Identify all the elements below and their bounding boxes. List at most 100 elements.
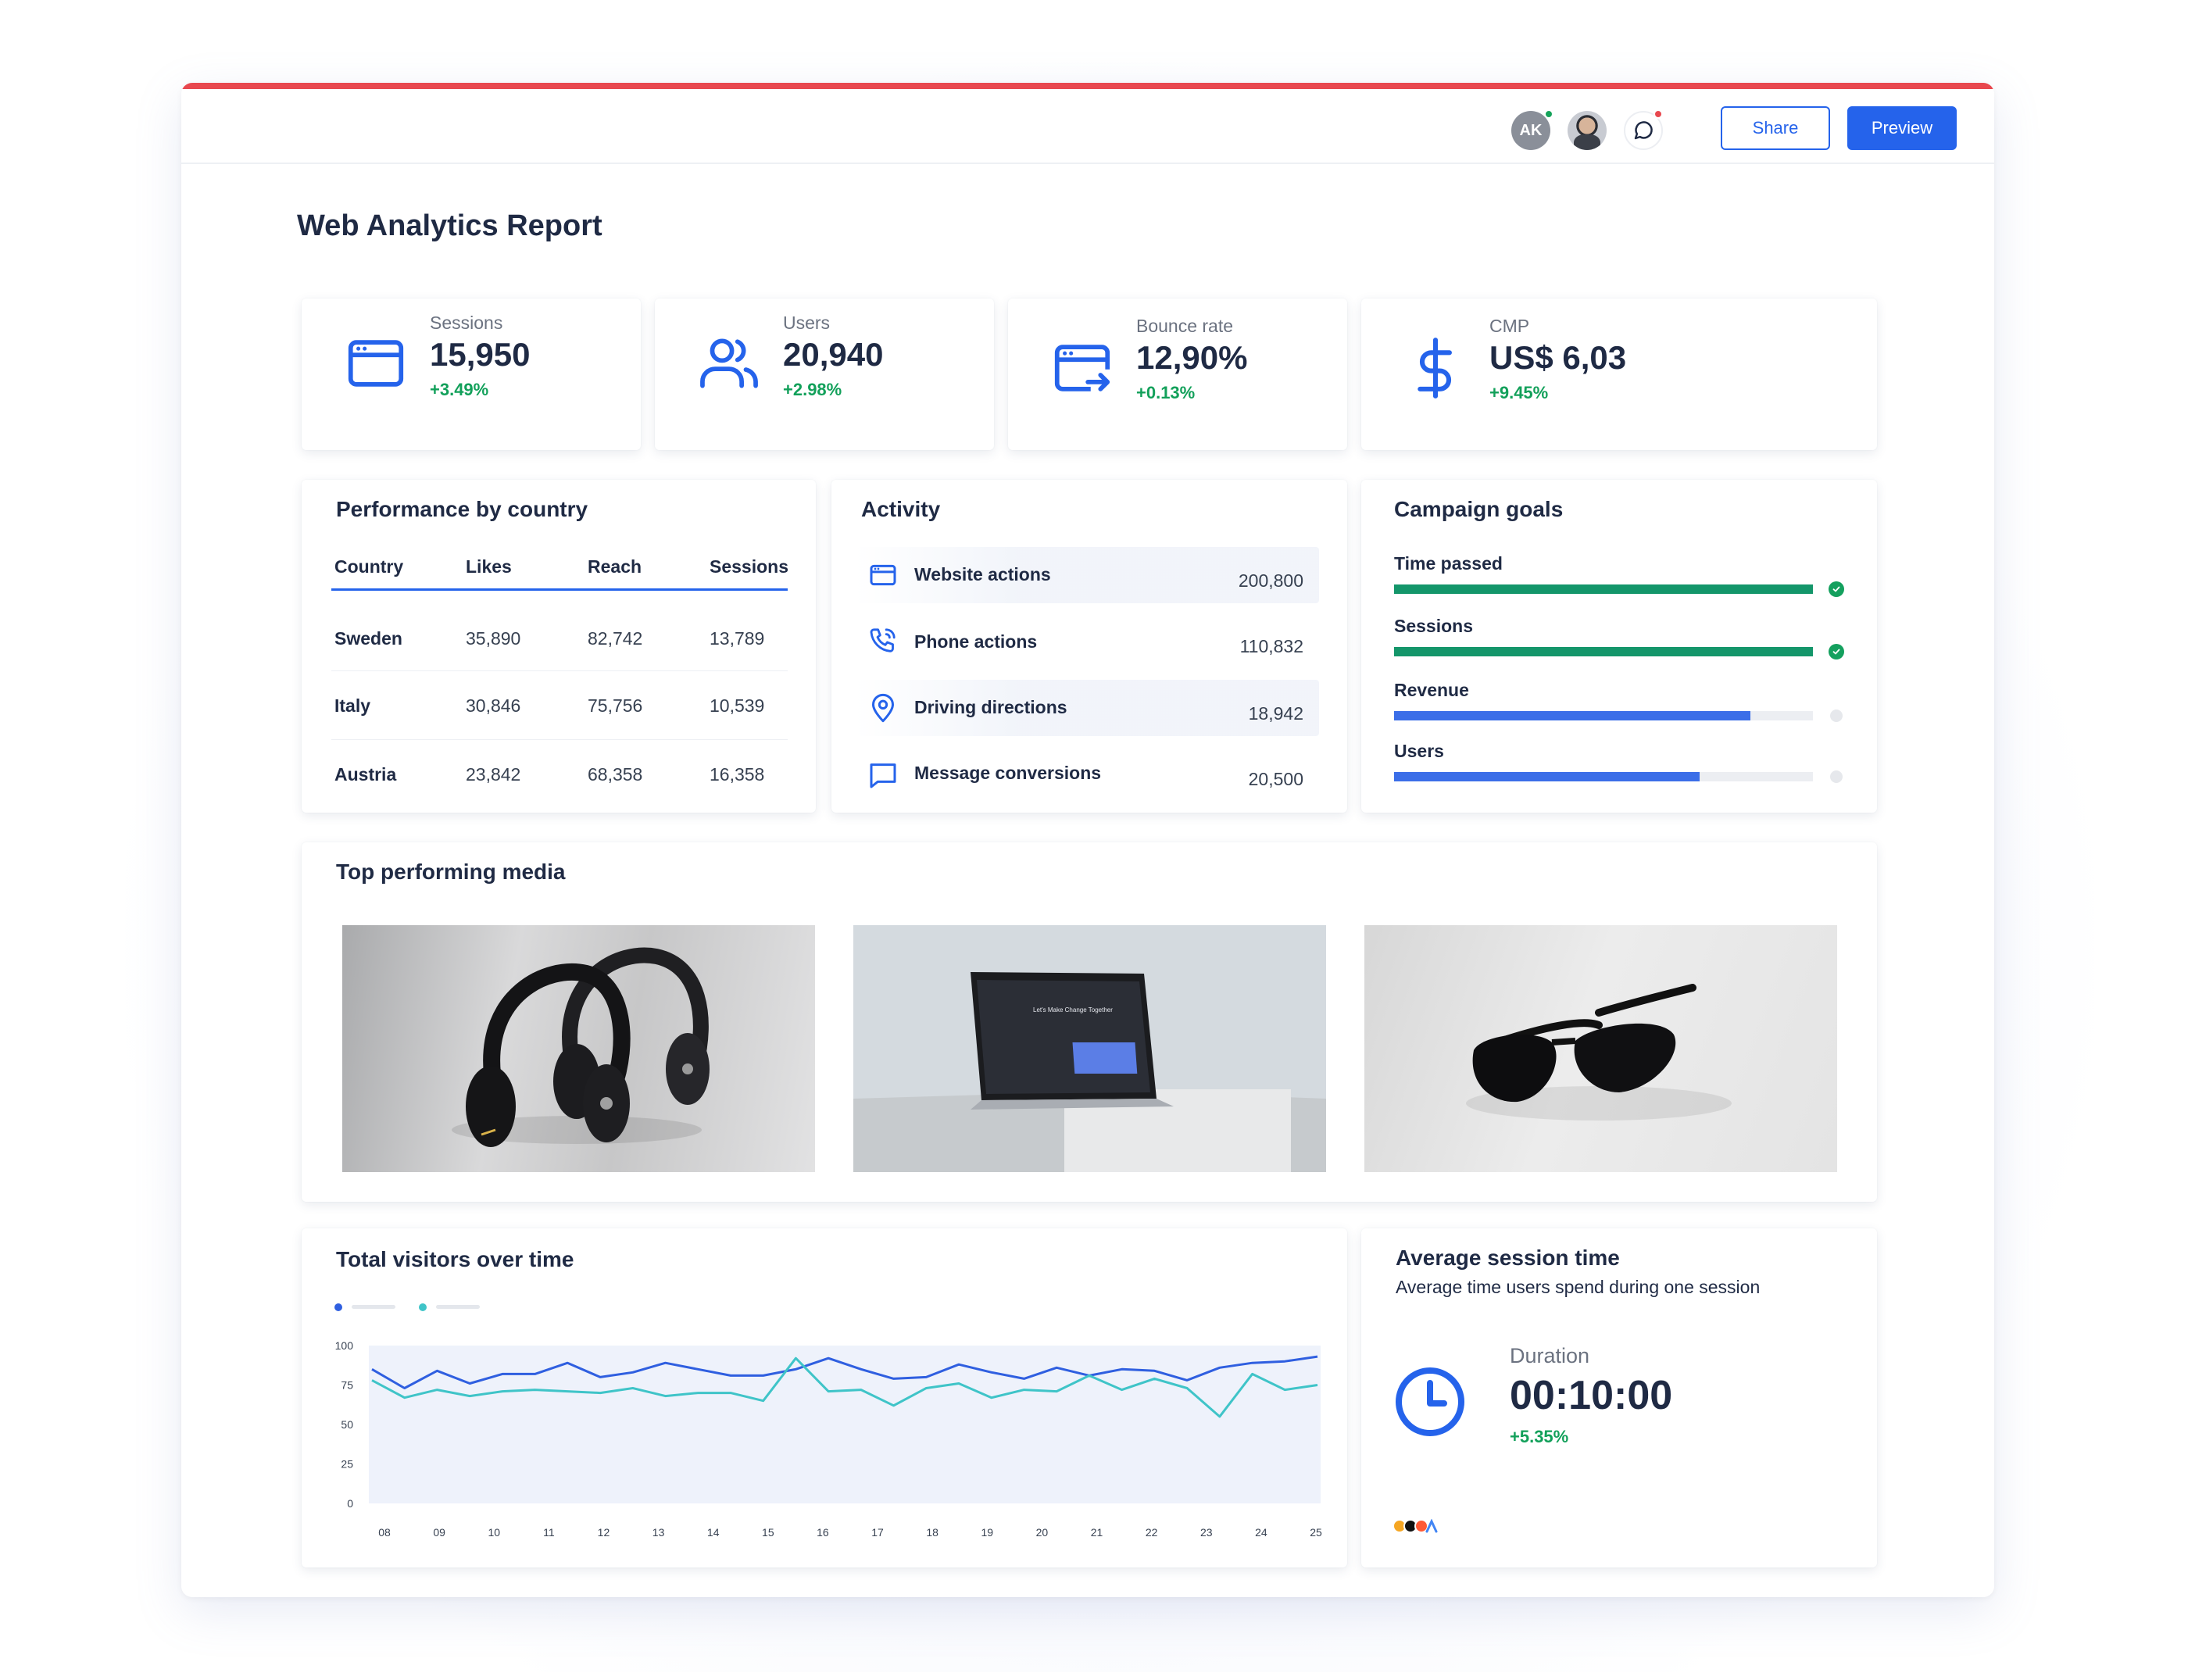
- column-header[interactable]: Likes: [466, 556, 512, 577]
- card-title: Campaign goals: [1394, 497, 1564, 521]
- phone-icon: [870, 628, 896, 652]
- goal-progress-bar: [1394, 584, 1813, 594]
- goal-progress-fill: [1394, 711, 1750, 720]
- kpi-label: Bounce rate: [1136, 316, 1234, 336]
- avatar[interactable]: AK: [1511, 109, 1553, 150]
- browser-window-icon: [348, 340, 404, 387]
- goal-progress-fill: [1394, 584, 1813, 594]
- headphones-icon: [452, 947, 710, 1147]
- media-image-laptop[interactable]: Let's Make Change Together: [853, 925, 1326, 1172]
- kpi-card-cmp: CMP US$ 6,03 +9.45%: [1361, 298, 1877, 450]
- x-tick-label: 19: [981, 1526, 994, 1539]
- column-header[interactable]: Reach: [588, 556, 642, 577]
- card-title: Activity: [861, 497, 941, 521]
- column-header[interactable]: Sessions: [710, 556, 788, 577]
- average-session-card: Average session time Average time users …: [1361, 1228, 1877, 1567]
- y-tick-label: 0: [347, 1497, 353, 1510]
- notification-dot: [1654, 109, 1663, 119]
- activity-card: Activity Website actions 200,800 Phone a…: [831, 480, 1347, 813]
- source-logo-icon: [1425, 1518, 1439, 1533]
- x-tick-label: 23: [1200, 1526, 1213, 1539]
- kpi-delta: +9.45%: [1489, 383, 1549, 402]
- goal-label: Revenue: [1394, 680, 1469, 700]
- x-tick-label: 14: [707, 1526, 720, 1539]
- activity-label: Website actions: [914, 564, 1051, 584]
- x-tick-label: 15: [762, 1526, 774, 1539]
- table-cell: Sweden: [334, 628, 402, 649]
- table-cell: 82,742: [588, 628, 643, 649]
- y-tick-label: 50: [341, 1418, 353, 1431]
- goal-label: Sessions: [1394, 616, 1473, 636]
- duration-label: Duration: [1510, 1344, 1590, 1367]
- check-icon: [1829, 644, 1844, 659]
- table-cell: 68,358: [588, 764, 643, 785]
- x-tick-label: 16: [817, 1526, 829, 1539]
- goal-progress-fill: [1394, 772, 1700, 781]
- header-underline: [331, 588, 788, 591]
- kpi-value: 20,940: [783, 336, 884, 373]
- avatar-photo[interactable]: [1568, 111, 1607, 150]
- duration-value: 00:10:00: [1510, 1373, 1673, 1418]
- card-subtitle: Average time users spend during one sess…: [1396, 1277, 1761, 1297]
- activity-label: Driving directions: [914, 697, 1067, 717]
- kpi-value: US$ 6,03: [1489, 339, 1627, 376]
- goal-label: Users: [1394, 741, 1444, 761]
- x-tick-label: 09: [433, 1526, 445, 1539]
- y-tick-label: 100: [335, 1339, 354, 1352]
- share-button[interactable]: Share: [1721, 106, 1830, 150]
- plot-area: [369, 1346, 1321, 1503]
- chat-bubble-icon: [1634, 121, 1653, 140]
- media-image-sunglasses[interactable]: [1364, 925, 1837, 1172]
- table-cell: 23,842: [466, 764, 521, 785]
- comments-button[interactable]: [1624, 109, 1663, 150]
- online-indicator: [1544, 109, 1553, 119]
- line-chart: 0 25 50 75 100 08 09 10 11 12 13 14 15 16 17 18 19 20 21 22…: [335, 1339, 1322, 1539]
- x-tick-label: 20: [1036, 1526, 1049, 1539]
- kpi-delta: +2.98%: [783, 380, 842, 399]
- activity-value: 200,800: [1238, 570, 1303, 591]
- x-tick-label: 11: [543, 1526, 555, 1539]
- x-tick-label: 21: [1091, 1526, 1103, 1539]
- users-icon: [700, 338, 758, 388]
- y-tick-label: 25: [341, 1458, 353, 1471]
- goal-progress-bar: [1394, 772, 1813, 781]
- goal-progress-fill: [1394, 647, 1813, 656]
- table-cell: Austria: [334, 764, 397, 785]
- kpi-delta: +3.49%: [430, 380, 489, 399]
- activity-value: 18,942: [1248, 703, 1303, 724]
- kpi-value: 12,90%: [1136, 339, 1248, 376]
- preview-button[interactable]: Preview: [1847, 106, 1957, 150]
- row-divider: [331, 670, 788, 671]
- x-tick-label: 12: [598, 1526, 610, 1539]
- duration-delta: +5.35%: [1510, 1427, 1569, 1446]
- goal-progress-bar: [1394, 711, 1813, 720]
- laptop-screen-text: Let's Make Change Together: [1033, 1006, 1113, 1013]
- x-tick-label: 18: [926, 1526, 938, 1539]
- goal-label: Time passed: [1394, 553, 1503, 574]
- list-item[interactable]: Driving directions 18,942: [855, 680, 1319, 736]
- media-image-headphones[interactable]: [342, 925, 815, 1172]
- performance-by-country-card: Performance by country Country Likes Rea…: [302, 480, 816, 813]
- laptop-icon: [853, 972, 1326, 1172]
- x-tick-label: 22: [1146, 1526, 1158, 1539]
- x-tick-label: 08: [378, 1526, 391, 1539]
- activity-value: 110,832: [1239, 636, 1303, 656]
- page-title: Web Analytics Report: [297, 209, 602, 242]
- x-tick-label: 25: [1310, 1526, 1322, 1539]
- kpi-label: CMP: [1489, 316, 1530, 336]
- kpi-label: Users: [783, 313, 831, 333]
- top-bar: AK Share Preview: [181, 83, 1994, 164]
- table-cell: 75,756: [588, 695, 643, 716]
- x-tick-label: 10: [488, 1526, 500, 1539]
- avatar-initials: AK: [1519, 121, 1543, 139]
- online-indicator: [1600, 111, 1607, 119]
- campaign-goals-card: Campaign goals Time passed Sessions Reve…: [1361, 480, 1877, 813]
- table-cell: 16,358: [710, 764, 765, 785]
- list-item[interactable]: Phone actions 110,832: [855, 613, 1319, 669]
- list-item[interactable]: Message conversions 20,500: [855, 747, 1319, 803]
- column-header[interactable]: Country: [334, 556, 403, 577]
- report-window: AK Share Preview Web Analytics Report Se…: [181, 83, 1994, 1597]
- list-item[interactable]: Website actions 200,800: [855, 547, 1319, 603]
- x-tick-label: 13: [652, 1526, 665, 1539]
- kpi-delta: +0.13%: [1136, 383, 1196, 402]
